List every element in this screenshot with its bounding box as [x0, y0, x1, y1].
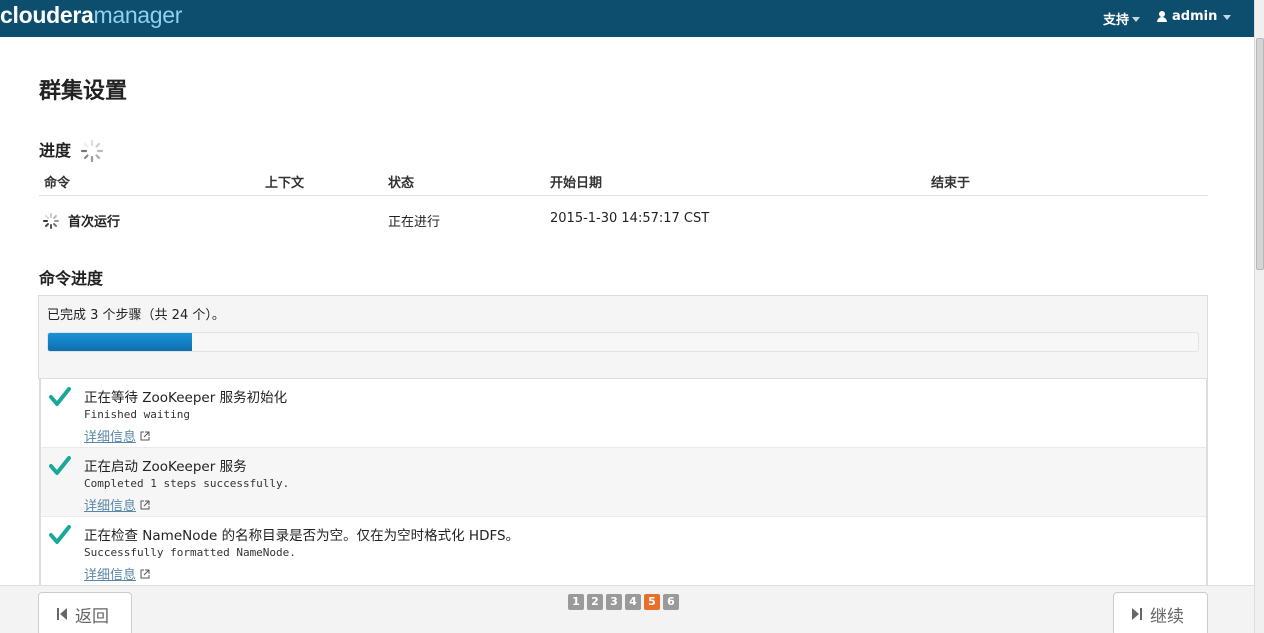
support-menu-label: 支持 [1103, 13, 1130, 28]
wizard-pagination: 1 2 3 4 5 6 [568, 594, 679, 610]
command-link[interactable]: 首次运行 [68, 211, 120, 230]
checkmark-icon [49, 525, 71, 544]
command-status: 正在进行 [388, 215, 441, 230]
step-title: 正在等待 ZooKeeper 服务初始化 [84, 390, 288, 406]
details-link[interactable]: 详细信息 [84, 495, 150, 514]
user-menu[interactable]: admin [1156, 9, 1232, 24]
step-title: 正在启动 ZooKeeper 服务 [84, 459, 247, 475]
command-start-date: 2015-1-30 14:57:17 CST [550, 211, 710, 226]
details-link[interactable]: 详细信息 [84, 426, 150, 445]
column-header-status: 状态 [388, 176, 415, 191]
column-header-start-date: 开始日期 [550, 176, 603, 191]
progress-panel: 已完成 3 个步骤（共 24 个）。 [38, 295, 1208, 379]
vertical-scrollbar[interactable] [1254, 0, 1264, 633]
details-link[interactable]: 详细信息 [84, 564, 150, 583]
user-menu-label: admin [1172, 9, 1218, 24]
progress-title-text: 进度 [39, 141, 72, 160]
column-header-command: 命令 [44, 176, 71, 191]
support-menu[interactable]: 支持 [1103, 9, 1141, 28]
list-item: 正在检查 NameNode 的名称目录是否为空。仅在为空时格式化 HDFS。 S… [41, 517, 1206, 585]
checkmark-icon [49, 387, 71, 406]
page-6[interactable]: 6 [663, 594, 679, 610]
external-link-icon [140, 569, 150, 579]
progress-section-title: 进度 [39, 137, 105, 164]
external-link-icon [140, 500, 150, 510]
step-title: 正在检查 NameNode 的名称目录是否为空。仅在为空时格式化 HDFS。 [84, 528, 520, 544]
column-header-end: 结束于 [931, 176, 971, 191]
page-2[interactable]: 2 [587, 594, 603, 610]
step-message: Finished waiting [84, 408, 190, 421]
details-link-label: 详细信息 [84, 430, 137, 445]
steps-list[interactable]: 正在等待 ZooKeeper 服务初始化 Finished waiting 详细… [39, 379, 1208, 585]
progress-summary: 已完成 3 个步骤（共 24 个）。 [47, 308, 225, 323]
progress-bar [47, 332, 1199, 352]
step-message: Completed 1 steps successfully. [84, 477, 290, 490]
step-forward-icon [1132, 608, 1142, 620]
column-header-context: 上下文 [265, 176, 305, 191]
logo-text-cloudera: cloudera [0, 2, 94, 28]
running-spinner-icon [43, 213, 59, 229]
command-progress-title: 命令进度 [39, 269, 104, 288]
details-link-label: 详细信息 [84, 568, 137, 583]
back-button-label: 返回 [75, 606, 109, 627]
loading-spinner-icon [80, 139, 103, 163]
wizard-footer: 返回 1 2 3 4 5 6 继续 [0, 585, 1254, 633]
details-link-label: 详细信息 [84, 499, 137, 514]
continue-button-label: 继续 [1150, 606, 1184, 627]
back-button[interactable]: 返回 [38, 592, 132, 633]
page-1[interactable]: 1 [568, 594, 584, 610]
scrollbar-thumb[interactable] [1256, 38, 1264, 270]
chevron-down-icon [1132, 16, 1141, 22]
cloudera-manager-logo[interactable]: clouderamanager [0, 1, 182, 29]
table-header-divider [39, 195, 1208, 196]
checkmark-icon [49, 456, 71, 475]
logo-text-manager: manager [93, 2, 183, 28]
user-icon [1156, 10, 1167, 23]
list-item: 正在启动 ZooKeeper 服务 Completed 1 steps succ… [41, 448, 1206, 517]
external-link-icon [140, 431, 150, 441]
page-5-current[interactable]: 5 [644, 594, 660, 610]
step-message: Successfully formatted NameNode. [84, 546, 296, 559]
progress-bar-fill [48, 333, 192, 351]
page-title: 群集设置 [39, 78, 128, 104]
page-4[interactable]: 4 [625, 594, 641, 610]
list-item: 正在等待 ZooKeeper 服务初始化 Finished waiting 详细… [41, 379, 1206, 448]
page-3[interactable]: 3 [606, 594, 622, 610]
continue-button[interactable]: 继续 [1113, 592, 1208, 633]
step-backward-icon [57, 608, 67, 620]
chevron-down-icon [1223, 14, 1232, 20]
top-navbar: clouderamanager 支持 admin [0, 0, 1254, 37]
